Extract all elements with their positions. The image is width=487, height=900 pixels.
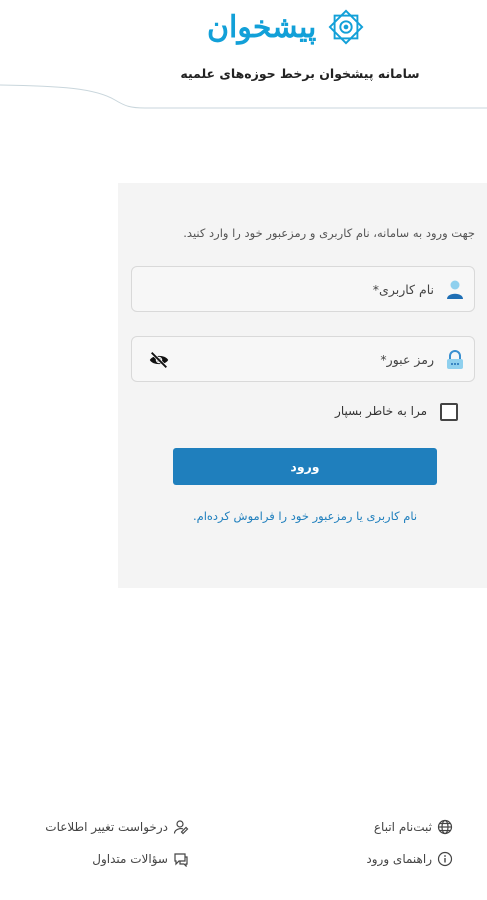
user-edit-icon bbox=[173, 820, 189, 835]
site-title: سامانه پیشخوان برخط حوزه‌های علمیه bbox=[180, 66, 420, 81]
faq-link[interactable]: سؤالات متداول bbox=[92, 851, 189, 867]
info-circle-icon bbox=[437, 851, 453, 867]
login-instructions: جهت ورود به سامانه، نام کاربری و رمزعبور… bbox=[183, 226, 475, 240]
register-link-label: ثبت‌نام اتباع bbox=[373, 820, 432, 834]
login-guide-link[interactable]: راهنمای ورود bbox=[366, 851, 453, 867]
chat-icon bbox=[174, 853, 188, 867]
change-request-label: درخواست تغییر اطلاعات bbox=[45, 820, 168, 834]
login-guide-label: راهنمای ورود bbox=[366, 852, 432, 866]
username-input[interactable] bbox=[132, 267, 474, 311]
password-input[interactable] bbox=[132, 337, 474, 381]
change-request-link[interactable]: درخواست تغییر اطلاعات bbox=[45, 819, 189, 835]
login-card: جهت ورود به سامانه، نام کاربری و رمزعبور… bbox=[118, 183, 487, 588]
logo-emblem-icon bbox=[328, 9, 364, 45]
globe-icon bbox=[437, 819, 453, 835]
username-field[interactable] bbox=[131, 266, 475, 312]
eye-slash-icon[interactable] bbox=[148, 350, 170, 370]
login-button[interactable]: ورود bbox=[173, 448, 437, 485]
site-logo[interactable]: پیشخوان bbox=[207, 6, 367, 56]
logo-wordmark: پیشخوان bbox=[207, 10, 317, 45]
password-field[interactable] bbox=[131, 336, 475, 382]
faq-label: سؤالات متداول bbox=[92, 852, 168, 866]
remember-me-checkbox[interactable] bbox=[440, 403, 458, 421]
forgot-credentials-link[interactable]: نام کاربری یا رمزعبور خود را فراموش کرده… bbox=[173, 509, 437, 523]
header: پیشخوان سامانه پیشخوان برخط حوزه‌های علم… bbox=[0, 0, 487, 115]
register-link[interactable]: ثبت‌نام اتباع bbox=[374, 819, 453, 835]
remember-me-label[interactable]: مرا به خاطر بسپار bbox=[335, 404, 427, 418]
